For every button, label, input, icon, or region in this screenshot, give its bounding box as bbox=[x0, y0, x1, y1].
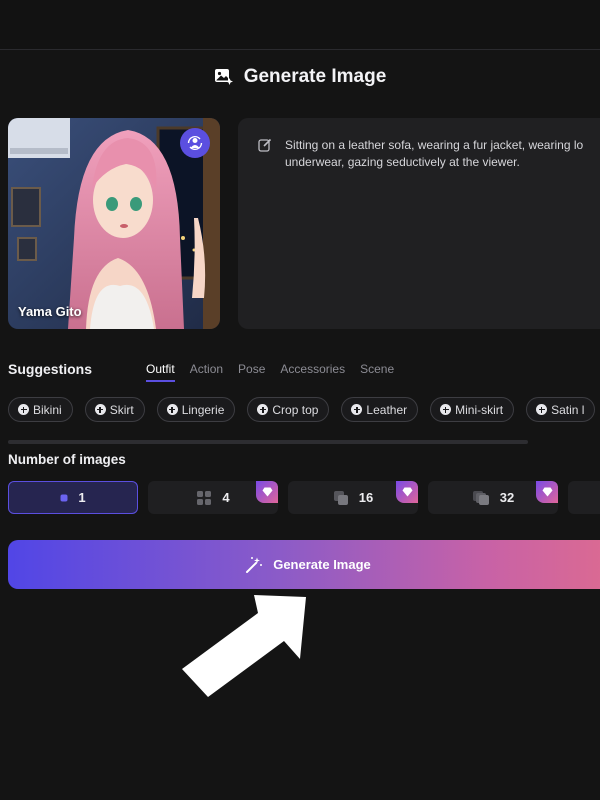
generate-image-button[interactable]: Generate Image bbox=[8, 540, 600, 589]
count-value: 32 bbox=[499, 490, 515, 505]
prompt-text[interactable]: Sitting on a leather sofa, wearing a fur… bbox=[285, 137, 600, 171]
suggestion-chips: Bikini Skirt Lingerie Crop top Leather M… bbox=[8, 397, 596, 422]
suggestions-title: Suggestions bbox=[8, 361, 93, 377]
chip-label: Mini-skirt bbox=[455, 402, 504, 417]
diamond-icon bbox=[262, 487, 272, 497]
magic-wand-icon bbox=[246, 556, 263, 573]
count-option-32[interactable]: 32 bbox=[428, 481, 558, 514]
top-bar bbox=[0, 0, 600, 50]
edit-icon bbox=[258, 138, 272, 152]
chip-label: Bikini bbox=[33, 402, 62, 417]
count-value: 1 bbox=[78, 490, 86, 505]
count-option-1[interactable]: 1 bbox=[8, 481, 138, 514]
character-card[interactable]: Yama Gito bbox=[8, 118, 220, 329]
plus-icon bbox=[18, 404, 29, 415]
diamond-icon bbox=[402, 487, 412, 497]
chip-satin[interactable]: Satin l bbox=[526, 397, 596, 422]
plus-icon bbox=[440, 404, 452, 415]
chip-bikini[interactable]: Bikini bbox=[8, 397, 73, 422]
chip-label: Crop top bbox=[272, 402, 319, 417]
diamond-icon bbox=[542, 487, 552, 497]
chip-skirt[interactable]: Skirt bbox=[84, 397, 145, 422]
chip-mini-skirt[interactable]: Mini-skirt bbox=[430, 397, 515, 422]
count-option-4[interactable]: 4 bbox=[148, 481, 278, 514]
tab-scene[interactable]: Scene bbox=[360, 362, 394, 382]
count-value: 16 bbox=[358, 490, 374, 505]
swap-character-button[interactable] bbox=[180, 128, 210, 158]
count-option-more[interactable] bbox=[568, 481, 600, 514]
chip-lingerie[interactable]: Lingerie bbox=[156, 397, 236, 422]
chip-label: Lingerie bbox=[181, 402, 225, 417]
page-title-text: Generate Image bbox=[243, 66, 387, 87]
single-dot-icon bbox=[60, 494, 68, 501]
stack-icon bbox=[333, 490, 348, 505]
number-of-images-title: Number of images bbox=[8, 452, 126, 467]
suggestion-tabs: Outfit Action Pose Accessories Scene bbox=[146, 362, 394, 382]
chip-leather[interactable]: Leather bbox=[341, 397, 419, 422]
plus-icon bbox=[351, 404, 363, 415]
stack-many-icon bbox=[472, 490, 489, 505]
prompt-line-1: Sitting on a leather sofa, wearing a fur… bbox=[285, 138, 584, 152]
prompt-input[interactable]: Sitting on a leather sofa, wearing a fur… bbox=[238, 118, 600, 329]
page-title: Generate Image bbox=[0, 66, 600, 88]
grid-four-icon bbox=[197, 490, 212, 505]
premium-badge bbox=[536, 481, 558, 503]
plus-icon bbox=[257, 404, 269, 415]
chips-scrollbar[interactable] bbox=[8, 440, 528, 444]
count-option-16[interactable]: 16 bbox=[288, 481, 418, 514]
chip-crop-top[interactable]: Crop top bbox=[247, 397, 330, 422]
generate-button-label: Generate Image bbox=[273, 557, 371, 572]
pointer-arrow-icon bbox=[182, 595, 306, 697]
tab-outfit[interactable]: Outfit bbox=[146, 362, 175, 382]
chip-label: Satin l bbox=[551, 402, 585, 417]
count-value: 4 bbox=[222, 490, 230, 505]
premium-badge bbox=[396, 481, 418, 503]
tab-accessories[interactable]: Accessories bbox=[280, 362, 345, 382]
tab-pose[interactable]: Pose bbox=[238, 362, 265, 382]
premium-badge bbox=[256, 481, 278, 503]
chip-label: Skirt bbox=[109, 402, 134, 417]
tab-action[interactable]: Action bbox=[190, 362, 223, 382]
chip-label: Leather bbox=[366, 402, 408, 417]
prompt-line-2: underwear, gazing seductively at the vie… bbox=[285, 155, 520, 169]
plus-icon bbox=[94, 404, 106, 415]
swap-icon bbox=[187, 135, 203, 151]
plus-icon bbox=[536, 404, 548, 415]
plus-icon bbox=[166, 404, 178, 415]
character-name: Yama Gito bbox=[18, 304, 82, 319]
image-sparkle-icon bbox=[214, 69, 233, 85]
